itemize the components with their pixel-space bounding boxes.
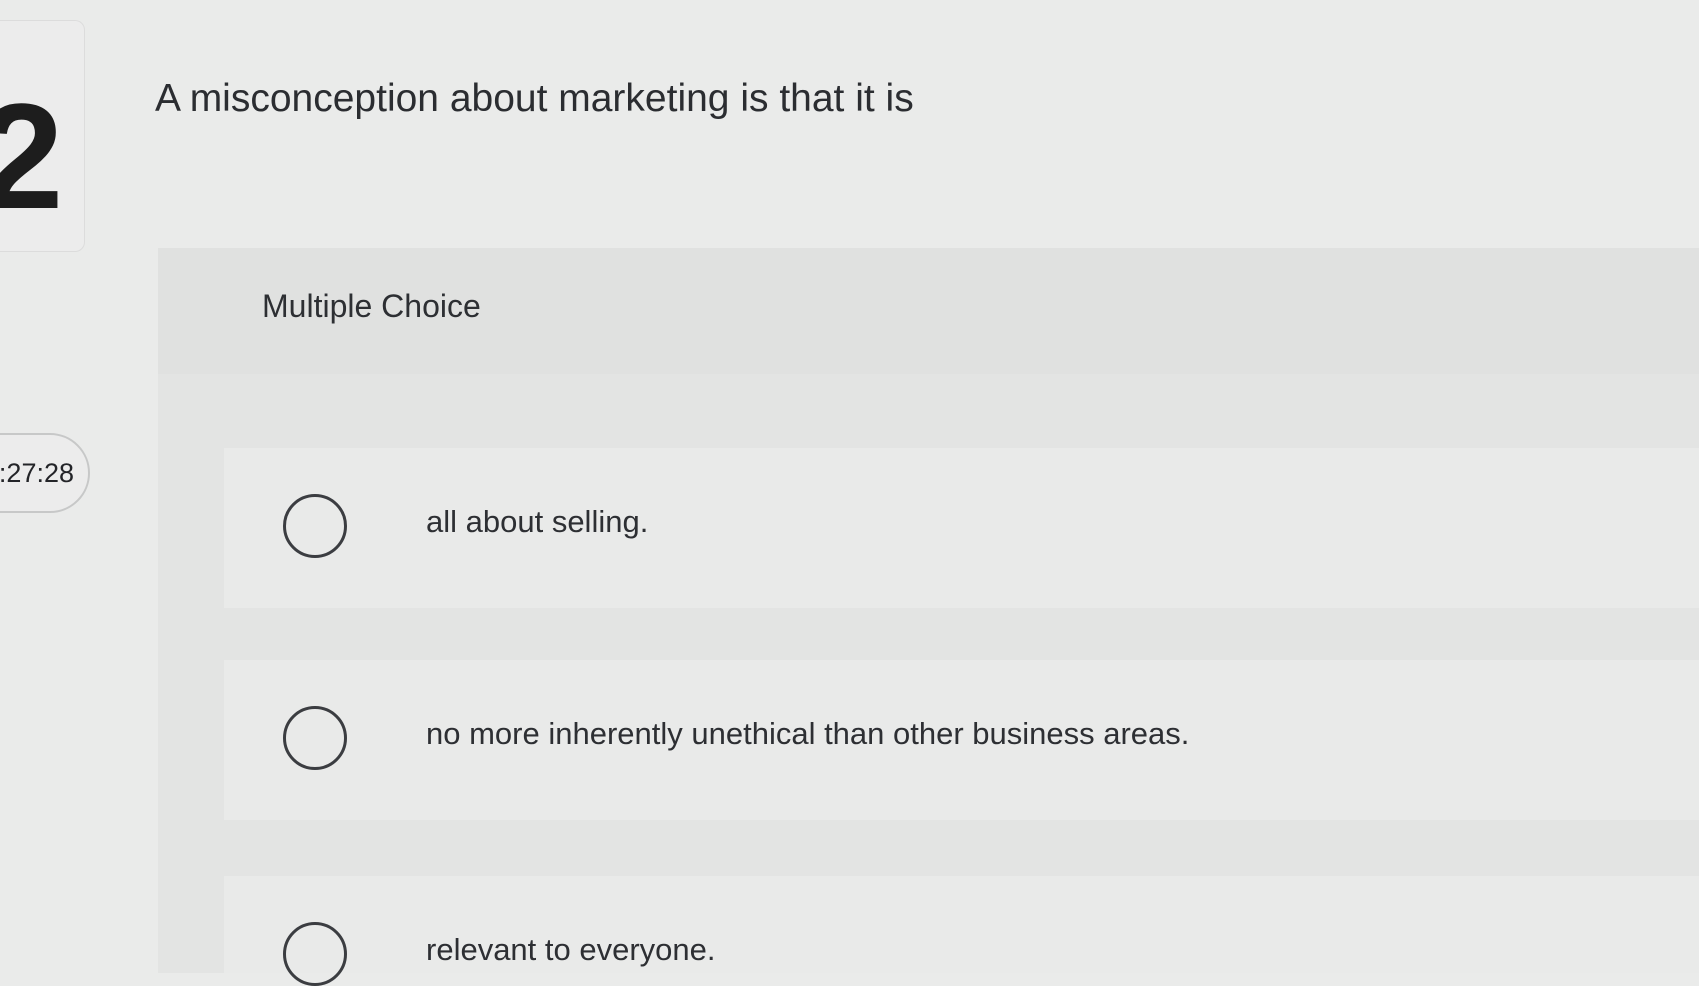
radio-button[interactable] <box>283 922 347 986</box>
answer-option[interactable]: all about selling. <box>224 448 1699 608</box>
question-type-label: Multiple Choice <box>262 288 481 324</box>
answer-option[interactable]: relevant to everyone. <box>224 876 1699 986</box>
radio-button[interactable] <box>283 494 347 558</box>
question-number-panel: 2 <box>0 20 85 252</box>
radio-button[interactable] <box>283 706 347 770</box>
answer-option-label: no more inherently unethical than other … <box>426 716 1190 751</box>
answer-option[interactable]: no more inherently unethical than other … <box>224 660 1699 820</box>
answer-panel-header: Multiple Choice <box>158 248 1699 374</box>
answer-option-label: all about selling. <box>426 504 649 539</box>
timer-badge[interactable]: :27:28 <box>0 433 90 513</box>
question-number: 2 <box>0 72 64 240</box>
answer-option-label: relevant to everyone. <box>426 932 716 967</box>
question-prompt: A misconception about marketing is that … <box>155 77 914 120</box>
answer-panel: Multiple Choice all about selling. no mo… <box>158 248 1699 986</box>
